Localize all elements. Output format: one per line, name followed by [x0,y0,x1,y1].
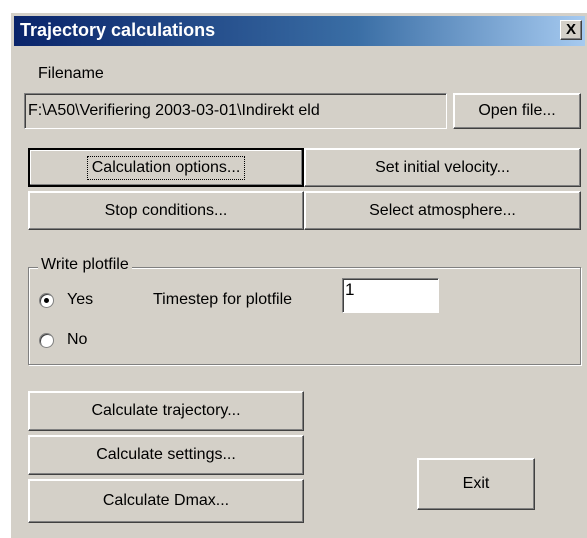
yes-radio[interactable] [39,293,54,308]
write-plotfile-group [28,267,581,365]
exit-button[interactable]: Exit [417,458,535,510]
selected-dot-icon [44,298,49,303]
timestep-label: Timestep for plotfile [153,291,293,308]
calculate-trajectory-button[interactable]: Calculate trajectory... [28,391,304,431]
calculate-settings-button[interactable]: Calculate settings... [28,435,304,475]
window-title: Trajectory calculations [20,20,216,40]
no-label[interactable]: No [67,331,87,349]
calculation-options-button[interactable]: Calculation options... [28,148,304,187]
close-icon: X [565,21,576,38]
title-bar[interactable]: Trajectory calculations X [14,16,585,46]
timestep-input[interactable]: 1 [342,278,439,313]
yes-label[interactable]: Yes [67,291,93,309]
set-initial-velocity-button[interactable]: Set initial velocity... [304,148,581,187]
calculate-dmax-button[interactable]: Calculate Dmax... [28,479,304,523]
filename-field[interactable]: F:\A50\Verifiering 2003-03-01\Indirekt e… [24,93,447,129]
filename-label: Filename [38,65,104,82]
trajectory-dialog: Trajectory calculations X Filename F:\A5… [10,12,587,538]
write-plotfile-title: Write plotfile [38,256,132,274]
open-file-button[interactable]: Open file... [453,93,581,129]
close-button[interactable]: X [560,20,582,40]
calculation-options-label: Calculation options... [86,155,246,180]
no-radio[interactable] [39,333,54,348]
select-atmosphere-button[interactable]: Select atmosphere... [304,191,581,230]
stop-conditions-button[interactable]: Stop conditions... [28,191,304,230]
